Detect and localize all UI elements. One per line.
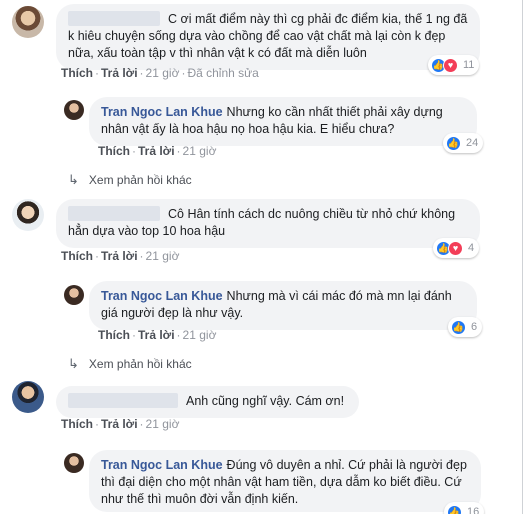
reaction-count: 11 <box>463 59 475 71</box>
redacted-author-name <box>68 393 178 408</box>
timestamp[interactable]: 21 giờ <box>183 328 217 342</box>
comment-actions: Thích · Trả lời · 21 giờ <box>98 328 217 342</box>
reply-button[interactable]: Trả lời <box>138 144 175 158</box>
like-button[interactable]: Thích <box>61 417 93 431</box>
reaction-count: 6 <box>471 321 478 333</box>
author-name-link[interactable]: Tran Ngoc Lan Khue <box>101 289 223 303</box>
author-name-link[interactable]: Tran Ngoc Lan Khue <box>101 105 223 119</box>
reaction-count: 16 <box>467 506 480 514</box>
avatar[interactable] <box>12 381 44 413</box>
reply-bubble: Tran Ngoc Lan Khue Nhưng ko cần nhất thiế… <box>89 97 477 146</box>
comment-text: Anh cũng nghĩ vậy. Cám ơn! <box>186 394 345 408</box>
timestamp[interactable]: 21 giờ <box>146 249 180 263</box>
reply-bubble: Tran Ngoc Lan Khue Nhưng mà vì cái mác đó… <box>89 281 477 330</box>
avatar[interactable] <box>64 100 84 120</box>
timestamp[interactable]: 21 giờ <box>183 144 217 158</box>
view-more-replies-link[interactable]: ↳ Xem phản hồi khác <box>68 172 192 188</box>
view-more-replies-link[interactable]: ↳ Xem phản hồi khác <box>68 356 192 372</box>
comment-bubble: C ơi mất điểm này thì cg phải đc điểm ki… <box>56 4 480 70</box>
timestamp[interactable]: 21 giờ <box>146 66 180 80</box>
reaction-summary[interactable]: 👍 ♥ 4 <box>433 238 480 258</box>
like-icon: 👍 <box>446 135 461 151</box>
reply-bubble: Tran Ngoc Lan Khue Đúng vô duyên a nhỉ. C… <box>89 450 481 512</box>
redacted-author-name <box>68 206 160 221</box>
avatar[interactable] <box>12 6 44 38</box>
reply-arrow-icon: ↳ <box>68 172 79 187</box>
comment-bubble: Cô Hân tính cách dc nuông chiều từ nhỏ c… <box>56 199 480 248</box>
timestamp[interactable]: 21 giờ <box>146 417 180 431</box>
like-icon: 👍 <box>447 504 462 514</box>
comment-actions: Thích · Trả lời · 21 giờ <box>98 144 217 158</box>
comment-bubble: Anh cũng nghĩ vậy. Cám ơn! <box>56 386 359 418</box>
comment-thread: C ơi mất điểm này thì cg phải đc điểm ki… <box>0 0 523 514</box>
like-button[interactable]: Thích <box>98 328 130 342</box>
avatar[interactable] <box>64 285 84 305</box>
reaction-count: 24 <box>466 137 479 149</box>
love-icon: ♥ <box>448 240 463 256</box>
reply-arrow-icon: ↳ <box>68 356 79 371</box>
like-button[interactable]: Thích <box>61 66 93 80</box>
avatar[interactable] <box>12 199 44 231</box>
love-icon: ♥ <box>443 57 458 73</box>
comment-actions: Thích · Trả lời · 21 giờ <box>61 417 180 431</box>
reaction-summary[interactable]: 👍 16 <box>444 502 485 514</box>
reply-button[interactable]: Trả lời <box>101 249 138 263</box>
comment-actions: Thích · Trả lời · 21 giờ <box>61 249 180 263</box>
comment-actions: Thích · Trả lời · 21 giờ · Đã chỉnh sửa <box>61 66 259 80</box>
reaction-summary[interactable]: 👍 24 <box>443 133 484 153</box>
reaction-summary[interactable]: 👍 ♥ 11 <box>428 55 480 75</box>
like-icon: 👍 <box>451 319 466 335</box>
reply-button[interactable]: Trả lời <box>101 66 138 80</box>
like-button[interactable]: Thích <box>61 249 93 263</box>
avatar[interactable] <box>64 453 84 473</box>
redacted-author-name <box>68 11 160 26</box>
reaction-count: 4 <box>468 242 475 254</box>
reply-button[interactable]: Trả lời <box>138 328 175 342</box>
reaction-summary[interactable]: 👍 6 <box>448 317 483 337</box>
author-name-link[interactable]: Tran Ngoc Lan Khue <box>101 458 223 472</box>
edited-label[interactable]: Đã chỉnh sửa <box>187 66 258 80</box>
like-button[interactable]: Thích <box>98 144 130 158</box>
reply-button[interactable]: Trả lời <box>101 417 138 431</box>
